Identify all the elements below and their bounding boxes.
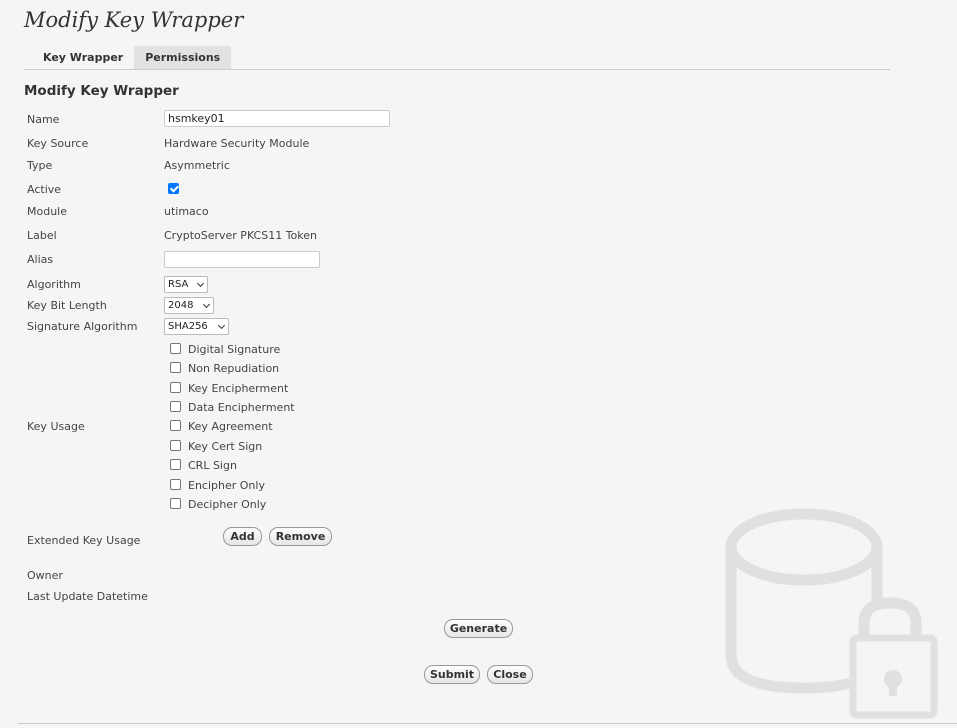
key-usage-label-digital-signature: Digital Signature bbox=[188, 343, 281, 356]
key-usage-checkbox-crl-sign[interactable] bbox=[170, 459, 181, 470]
key-usage-label-crl-sign: CRL Sign bbox=[188, 459, 237, 472]
key-usage-label-key-agreement: Key Agreement bbox=[188, 420, 273, 433]
key-usage-label-encipher-only: Encipher Only bbox=[188, 479, 265, 492]
close-button[interactable]: Close bbox=[487, 665, 533, 684]
key-usage-checkbox-digital-signature[interactable] bbox=[170, 343, 181, 354]
database-lock-icon bbox=[722, 505, 942, 723]
key-usage-label-key-cert-sign: Key Cert Sign bbox=[188, 440, 263, 453]
owner-label: Owner bbox=[27, 569, 63, 582]
type-value: Asymmetric bbox=[164, 159, 230, 172]
tab-permissions[interactable]: Permissions bbox=[134, 46, 232, 69]
form-title: Modify Key Wrapper bbox=[24, 83, 179, 99]
key-usage-checkbox-data-encipherment[interactable] bbox=[170, 401, 181, 412]
key-usage-label-data-encipherment: Data Encipherment bbox=[188, 401, 295, 414]
algorithm-label: Algorithm bbox=[27, 278, 81, 291]
extended-key-usage-label: Extended Key Usage bbox=[27, 534, 141, 547]
key-bit-length-select[interactable]: 2048 bbox=[164, 297, 214, 314]
name-input[interactable] bbox=[164, 110, 390, 127]
key-usage-checkbox-key-cert-sign[interactable] bbox=[170, 440, 181, 451]
active-label: Active bbox=[27, 183, 62, 196]
add-button[interactable]: Add bbox=[223, 527, 262, 546]
tab-divider bbox=[24, 69, 890, 70]
key-usage-label-key-encipherment: Key Encipherment bbox=[188, 382, 289, 395]
signature-algorithm-select[interactable]: SHA256 bbox=[164, 318, 229, 335]
algorithm-select[interactable]: RSA bbox=[164, 276, 208, 293]
key-usage-checkbox-non-repudiation[interactable] bbox=[170, 362, 181, 373]
tab-bar: Key Wrapper Permissions bbox=[32, 46, 232, 69]
active-checkbox[interactable] bbox=[168, 183, 179, 194]
key-usage-label-non-repudiation: Non Repudiation bbox=[188, 362, 280, 375]
alias-input[interactable] bbox=[164, 251, 320, 268]
signature-algorithm-select-value: SHA256 bbox=[168, 321, 208, 332]
chevron-down-icon bbox=[217, 321, 226, 330]
key-bit-length-select-value: 2048 bbox=[168, 300, 194, 311]
token-label-value: CryptoServer PKCS11 Token bbox=[164, 229, 318, 242]
module-label: Module bbox=[27, 205, 67, 218]
tab-key-wrapper[interactable]: Key Wrapper bbox=[32, 46, 135, 69]
key-source-label: Key Source bbox=[27, 137, 89, 150]
token-label-label: Label bbox=[27, 229, 57, 242]
name-label: Name bbox=[27, 113, 60, 126]
key-usage-checkbox-key-encipherment[interactable] bbox=[170, 382, 181, 393]
signature-algorithm-label: Signature Algorithm bbox=[27, 320, 138, 333]
key-source-value: Hardware Security Module bbox=[164, 137, 310, 150]
alias-label: Alias bbox=[27, 253, 54, 266]
submit-button[interactable]: Submit bbox=[424, 665, 480, 684]
chevron-down-icon bbox=[196, 279, 205, 288]
chevron-down-icon bbox=[202, 300, 211, 309]
key-usage-checkbox-decipher-only[interactable] bbox=[170, 498, 181, 509]
key-usage-label-decipher-only: Decipher Only bbox=[188, 498, 267, 511]
key-usage-checkbox-key-agreement[interactable] bbox=[170, 420, 181, 431]
module-value: utimaco bbox=[164, 205, 209, 218]
page-title: Modify Key Wrapper bbox=[24, 8, 244, 32]
type-label: Type bbox=[27, 159, 53, 172]
key-usage-label: Key Usage bbox=[27, 420, 85, 433]
key-bit-length-label: Key Bit Length bbox=[27, 299, 107, 312]
generate-button[interactable]: Generate bbox=[444, 619, 513, 638]
algorithm-select-value: RSA bbox=[168, 279, 189, 290]
footer-divider bbox=[18, 723, 957, 724]
remove-button[interactable]: Remove bbox=[269, 527, 332, 546]
key-usage-checkbox-encipher-only[interactable] bbox=[170, 479, 181, 490]
last-update-label: Last Update Datetime bbox=[27, 590, 148, 603]
